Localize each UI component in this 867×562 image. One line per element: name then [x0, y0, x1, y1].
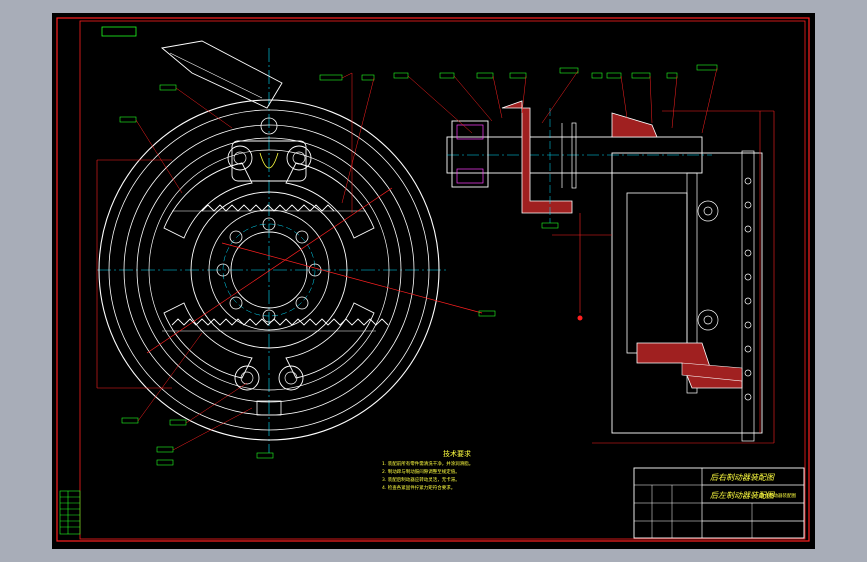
bearing-left-race-bottom [456, 168, 484, 184]
lower-return-spring [171, 318, 389, 326]
section-cut-line [146, 187, 393, 354]
section-view [446, 100, 775, 444]
front-view [96, 40, 483, 453]
anchor-pin-left-inner [240, 371, 254, 385]
parking-lever-rib [169, 52, 263, 99]
parking-lever [160, 40, 283, 109]
brake-shoe-upper-left [163, 162, 253, 239]
revision-table [59, 490, 81, 535]
cylinder-piston-right [286, 145, 312, 171]
tech-item-2: 2. 制动蹄与制动鼓间隙调整至规定值。 [382, 468, 460, 475]
flange-plate [741, 150, 755, 442]
tech-requirements: 技术要求 1. 装配前所有零件需清洗干净，并涂润滑脂。 2. 制动蹄与制动鼓间隙… [382, 449, 473, 491]
anchor-pin-right-inner [284, 371, 298, 385]
tech-item-4: 4. 检查各紧固件拧紧力矩符合要求。 [382, 484, 455, 491]
brake-shoe-lower-right [285, 302, 375, 379]
shaft-sleeve [571, 122, 577, 189]
tech-item-1: 1. 装配前所有零件需清洗干净，并涂润滑脂。 [382, 460, 473, 467]
title-note: 盘式制动器装配图 [760, 492, 796, 499]
datum-marker [577, 315, 583, 321]
corner-tag-box [101, 26, 137, 37]
anchor-pin-right [278, 365, 304, 391]
hub-section-left [501, 100, 573, 214]
title-block: 后右制动器装配图 后左制动器装配图 盘式制动器装配图 [633, 467, 805, 539]
drawing-sheet: 技术要求 1. 装配前所有零件需清洗干净，并涂润滑脂。 2. 制动蹄与制动鼓间隙… [52, 13, 815, 549]
leader-to-right [221, 242, 483, 314]
tech-heading: 技术要求 [443, 449, 471, 458]
cad-drawing: 技术要求 1. 装配前所有零件需清洗干净，并涂润滑脂。 2. 制动蹄与制动鼓间隙… [56, 17, 810, 542]
title-line-1: 后右制动器装配图 [710, 473, 775, 482]
shoe-section [626, 192, 688, 354]
brake-shoe-upper-right [285, 162, 375, 239]
leader-lines-left [135, 72, 375, 451]
hub-section-right [611, 112, 658, 138]
tech-item-3: 3. 装配后制动器应转动灵活，无卡滞。 [382, 476, 460, 483]
anchor-pin-left [234, 365, 260, 391]
